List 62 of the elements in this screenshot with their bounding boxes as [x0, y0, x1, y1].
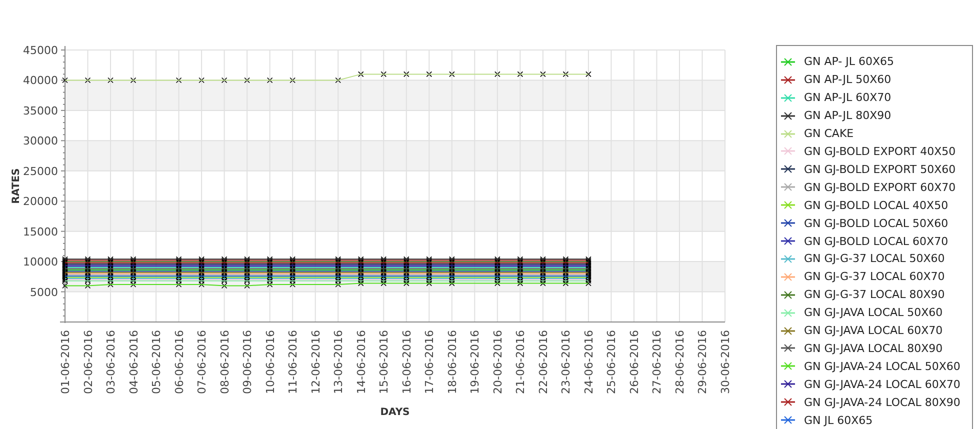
legend-label: GN AP-JL 50X60 — [804, 73, 892, 86]
axis-tick-label: 15-06-2016 — [378, 330, 391, 394]
legend-label: GN GJ-JAVA-24 LOCAL 50X60 — [804, 360, 960, 373]
legend-label: GN JL 60X65 — [804, 414, 873, 427]
axis-tick-label: 17-06-2016 — [423, 330, 436, 394]
axis-tick-label: 5000 — [30, 286, 58, 299]
legend-label: GN AP- JL 60X65 — [804, 55, 894, 68]
axis-tick-label: 20000 — [23, 195, 58, 208]
legend-label: GN GJ-JAVA-24 LOCAL 60X70 — [804, 378, 960, 391]
legend-label: GN GJ-JAVA LOCAL 60X70 — [804, 324, 943, 338]
axis-tick-label: 10000 — [23, 256, 58, 269]
axis-tick-label: 23-06-2016 — [560, 330, 573, 394]
legend-label: GN AP-JL 80X90 — [804, 109, 892, 122]
axis-tick-label: 06-06-2016 — [172, 330, 186, 394]
axis-tick-label: 25000 — [23, 164, 58, 178]
legend-label: GN GJ-BOLD EXPORT 50X60 — [804, 162, 956, 176]
legend-label: GN GJ-BOLD EXPORT 60X70 — [804, 180, 956, 194]
axis-tick-label: 30000 — [23, 134, 58, 148]
axis-tick-label: 21-06-2016 — [514, 330, 528, 394]
axis-tick-label: 11-06-2016 — [286, 330, 300, 394]
legend-label: GN GJ-BOLD EXPORT 40X50 — [804, 144, 956, 158]
legend-label: GN GJ-BOLD LOCAL 50X60 — [804, 216, 948, 230]
axis-tick-label: 14-06-2016 — [354, 330, 368, 394]
axis-tick-label: 02-06-2016 — [82, 330, 95, 394]
axis-tick-label: 29-06-2016 — [696, 330, 710, 394]
axis-tick-label: 22-06-2016 — [536, 330, 550, 394]
legend-label: GN GJ-JAVA LOCAL 80X90 — [804, 342, 943, 355]
axis-tick-label: 18-06-2016 — [446, 330, 459, 394]
axis-tick-label: 40000 — [23, 74, 58, 88]
axis-tick-label: 10-06-2016 — [264, 330, 277, 394]
axis-tick-label: 03-06-2016 — [104, 330, 118, 394]
axis-tick-label: 12-06-2016 — [309, 330, 322, 394]
axis-title: DAYS — [380, 407, 410, 418]
legend-label: GN GJ-JAVA LOCAL 50X60 — [804, 306, 943, 320]
axis-tick-label: 24-06-2016 — [582, 330, 596, 394]
axis-tick-label: 01-06-2016 — [59, 330, 72, 394]
legend-label: GN GJ-JAVA-24 LOCAL 80X90 — [804, 396, 960, 409]
legend-label: GN GJ-BOLD LOCAL 60X70 — [804, 234, 948, 248]
axis-tick-label: 15000 — [23, 225, 58, 238]
legend-label: GN AP-JL 60X70 — [804, 91, 892, 104]
axis-tick-label: 28-06-2016 — [673, 330, 686, 394]
axis-tick-label: 04-06-2016 — [127, 330, 140, 394]
axis-tick-label: 05-06-2016 — [150, 330, 164, 394]
legend-label: GN GJ-G-37 LOCAL 60X70 — [804, 270, 945, 284]
legend-label: GN GJ-G-37 LOCAL 50X60 — [804, 252, 945, 266]
axis-tick-label: 35000 — [23, 104, 58, 118]
axis-tick-label: 27-06-2016 — [650, 330, 664, 394]
axis-tick-label: 13-06-2016 — [332, 330, 346, 394]
axis-tick-label: 16-06-2016 — [400, 330, 414, 394]
axis-tick-label: 08-06-2016 — [218, 330, 232, 394]
axis-tick-label: 19-06-2016 — [468, 330, 482, 394]
axis-title: RATES — [11, 168, 22, 204]
axis-tick-label: 20-06-2016 — [491, 330, 504, 394]
axis-tick-label: 09-06-2016 — [241, 330, 254, 394]
axis-tick-label: 07-06-2016 — [196, 330, 209, 394]
axis-tick-label: 25-06-2016 — [605, 330, 618, 394]
legend-label: GN GJ-BOLD LOCAL 40X50 — [804, 198, 948, 212]
legend-label: GN CAKE — [804, 127, 854, 140]
legend-label: GN GJ-G-37 LOCAL 80X90 — [804, 288, 945, 302]
axis-tick-label: 30-06-2016 — [719, 330, 732, 394]
axis-tick-label: 45000 — [23, 44, 58, 57]
axis-tick-label: 26-06-2016 — [628, 330, 641, 394]
